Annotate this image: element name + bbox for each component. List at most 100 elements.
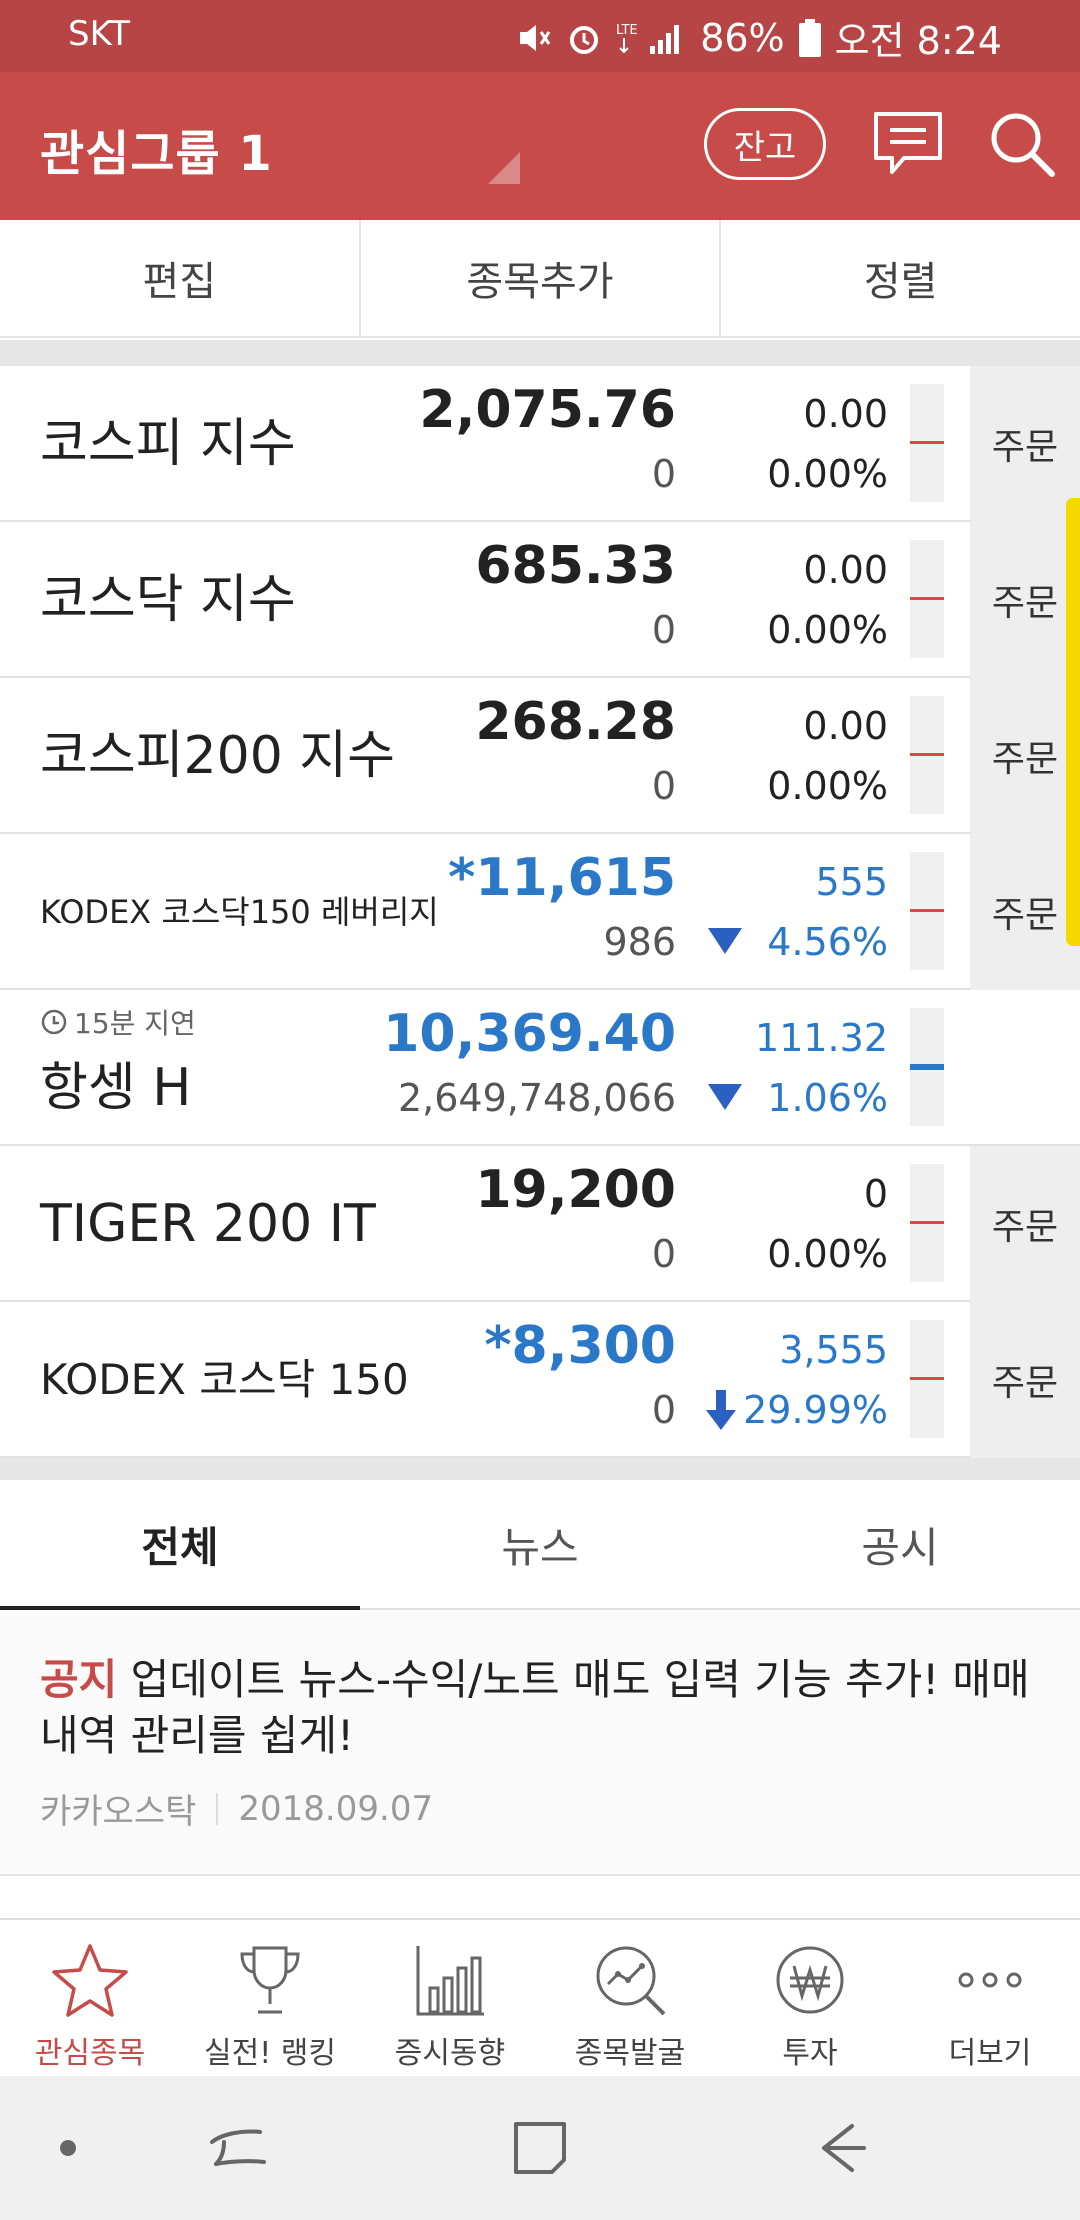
- star-icon: [52, 1944, 128, 2017]
- nav-stock-discovery[interactable]: 종목발굴: [540, 1920, 720, 2076]
- down-triangle-icon: [708, 928, 742, 954]
- stock-change: 555: [815, 860, 888, 904]
- mini-candle-chart: [910, 852, 944, 970]
- nav-label: 더보기: [948, 2036, 1032, 2071]
- battery-percent: 86%: [700, 15, 785, 60]
- nav-label: 증시동향: [394, 2036, 506, 2071]
- stock-price: 268.28: [475, 692, 676, 752]
- flat-line-mark: [910, 753, 944, 756]
- nav-ranking[interactable]: 실전! 랭킹: [180, 1920, 360, 2076]
- order-button[interactable]: 주문: [970, 1146, 1080, 1302]
- stock-change-percent: 29.99%: [743, 1388, 888, 1432]
- nav-invest[interactable]: 투자: [720, 1920, 900, 2076]
- stock-change-percent: 0.00%: [767, 1232, 888, 1276]
- order-button[interactable]: 주문: [970, 678, 1080, 834]
- bar-chart-icon: [416, 1946, 484, 2016]
- search-icon[interactable]: [986, 108, 1058, 180]
- stock-row[interactable]: 코스피200 지수 268.28 0 0.00 0.00% 주문: [0, 678, 1080, 834]
- stock-change-percent: 0.00%: [767, 452, 888, 496]
- recent-apps-icon[interactable]: [202, 2112, 274, 2184]
- stock-volume: 986: [603, 920, 676, 964]
- stock-name: KODEX 코스닥 150: [40, 1354, 409, 1404]
- stock-change: 3,555: [779, 1328, 888, 1372]
- stock-change: 0: [863, 1172, 888, 1216]
- watchlist: 코스피 지수 2,075.76 0 0.00 0.00% 주문 코스닥 지수 6…: [0, 366, 1080, 1458]
- battery-icon: [798, 18, 821, 57]
- news-headline: 공지 업데이트 뉴스-수익/노트 매도 입력 기능 추가! 매매내역 관리를 쉽…: [40, 1652, 1040, 1764]
- order-button[interactable]: 주문: [970, 1302, 1080, 1458]
- edit-button[interactable]: 편집: [0, 220, 361, 336]
- trophy-icon: [240, 1946, 300, 2014]
- flat-line-mark: [910, 909, 944, 912]
- mute-icon: [520, 24, 551, 51]
- down-candle-mark: [910, 1064, 944, 1070]
- stock-change-percent: 0.00%: [767, 608, 888, 652]
- stock-name: 항셍 H: [40, 1057, 192, 1118]
- flat-line-mark: [910, 1221, 944, 1224]
- tab-disclosure[interactable]: 공시: [720, 1480, 1080, 1608]
- stock-price: 19,200: [475, 1160, 676, 1220]
- lower-limit-arrow-icon: [706, 1390, 736, 1430]
- add-stock-button[interactable]: 종목추가: [361, 220, 722, 336]
- dot-icon[interactable]: [32, 2112, 104, 2184]
- stock-row[interactable]: 15분 지연 항셍 H 10,369.40 2,649,748,066 111.…: [0, 990, 1080, 1146]
- nav-market-trend[interactable]: 증시동향: [360, 1920, 540, 2076]
- alarm-icon: [570, 25, 599, 54]
- order-button[interactable]: 주문: [970, 366, 1080, 522]
- mini-candle-chart: [910, 1164, 944, 1282]
- news-item[interactable]: 공지 업데이트 뉴스-수익/노트 매도 입력 기능 추가! 매매내역 관리를 쉽…: [0, 1612, 1080, 1876]
- nav-label: 종목발굴: [574, 2036, 686, 2071]
- home-icon[interactable]: [504, 2112, 576, 2184]
- clock-time: 오전 8:24: [834, 19, 1002, 63]
- stock-name: 코스피200 지수: [40, 725, 395, 786]
- carrier-label: SKT: [68, 14, 131, 54]
- stock-change: 111.32: [755, 1016, 888, 1060]
- stock-change: 0.00: [803, 392, 888, 436]
- notice-tag: 공지: [40, 1655, 118, 1704]
- flat-line-mark: [910, 597, 944, 600]
- stock-volume: 0: [651, 1388, 676, 1432]
- lte-signal-icon: LTE: [616, 23, 680, 54]
- nav-label: 실전! 랭킹: [204, 2036, 336, 2071]
- message-icon[interactable]: [870, 108, 946, 180]
- stock-row[interactable]: 코스닥 지수 685.33 0 0.00 0.00% 주문: [0, 522, 1080, 678]
- nav-label: 투자: [782, 2036, 838, 2071]
- tab-all[interactable]: 전체: [0, 1480, 360, 1610]
- group-dropdown-caret[interactable]: [488, 152, 520, 184]
- nav-more[interactable]: 더보기: [900, 1920, 1080, 2076]
- back-icon[interactable]: [806, 2112, 878, 2184]
- stock-name: KODEX 코스닥150 레버리지: [40, 892, 439, 931]
- balance-button[interactable]: 잔고: [704, 108, 826, 180]
- stock-volume: 0: [651, 452, 676, 496]
- news-meta: 카카오스탁 2018.09.07: [40, 1784, 433, 1833]
- stock-row[interactable]: TIGER 200 IT 19,200 0 0 0.00% 주문: [0, 1146, 1080, 1302]
- stock-row[interactable]: 코스피 지수 2,075.76 0 0.00 0.00% 주문: [0, 366, 1080, 522]
- stock-row[interactable]: KODEX 코스닥150 레버리지 *11,615 986 555 4.56% …: [0, 834, 1080, 990]
- nav-label: 관심종목: [34, 2036, 146, 2071]
- magnifier-chart-icon: [596, 1946, 666, 2016]
- tab-news[interactable]: 뉴스: [360, 1480, 720, 1608]
- mini-candle-chart: [910, 696, 944, 814]
- stock-volume: 0: [651, 608, 676, 652]
- stock-price: *8,300: [484, 1316, 676, 1376]
- section-divider: [0, 1458, 1080, 1480]
- meta-separator: [216, 1792, 219, 1825]
- mini-candle-chart: [910, 1320, 944, 1438]
- stock-change-percent: 1.06%: [767, 1076, 888, 1120]
- stock-volume: 0: [651, 1232, 676, 1276]
- stock-price: 685.33: [475, 536, 676, 596]
- order-button[interactable]: 주문: [970, 834, 1080, 990]
- watchlist-group-title[interactable]: 관심그룹 1: [40, 114, 273, 184]
- sort-button[interactable]: 정렬: [721, 220, 1080, 336]
- flat-line-mark: [910, 1377, 944, 1380]
- order-button[interactable]: 주문: [970, 522, 1080, 678]
- news-tabs: 전체 뉴스 공시: [0, 1480, 1080, 1610]
- mini-candle-chart: [910, 1008, 944, 1126]
- svg-text:LTE: LTE: [616, 23, 638, 38]
- nav-watchlist[interactable]: 관심종목: [0, 1920, 180, 2076]
- app-header: 관심그룹 1 잔고: [0, 72, 1080, 220]
- news-source: 카카오스탁: [40, 1792, 197, 1832]
- scroll-indicator[interactable]: [1066, 498, 1080, 946]
- stock-row[interactable]: KODEX 코스닥 150 *8,300 0 3,555 29.99% 주문: [0, 1302, 1080, 1458]
- stock-price: *11,615: [448, 848, 676, 908]
